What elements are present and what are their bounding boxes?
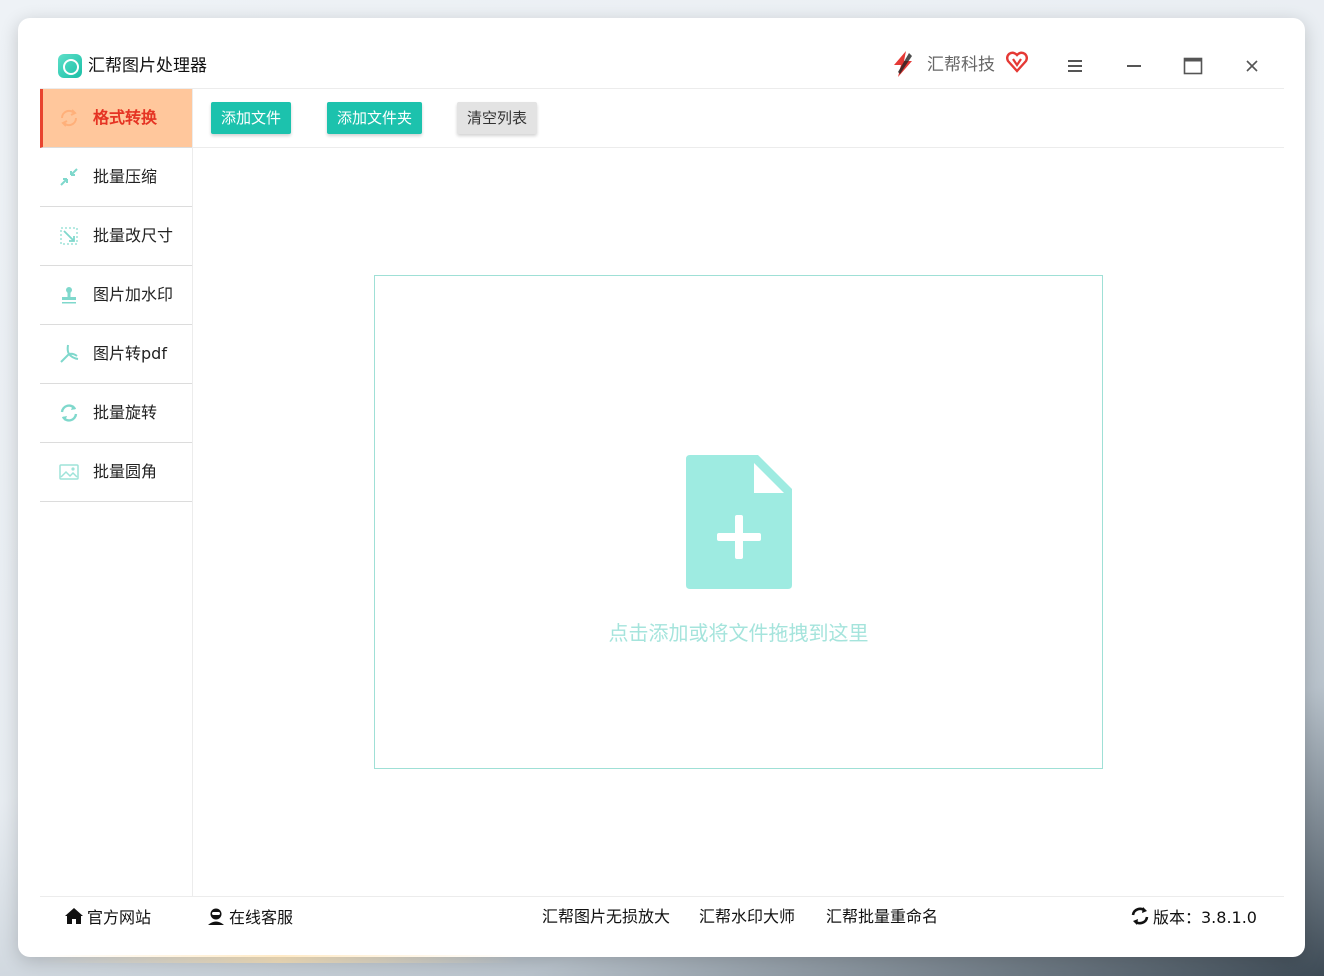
app-title: 汇帮图片处理器 — [88, 56, 207, 76]
drop-hint-text: 点击添加或将文件拖拽到这里 — [608, 621, 869, 645]
toolbar: 添加文件 添加文件夹 清空列表 — [193, 89, 1284, 148]
rotate-icon — [60, 404, 78, 422]
sidebar-item-label: 批量旋转 — [93, 403, 158, 422]
sidebar-item-label: 图片加水印 — [93, 285, 174, 304]
minimize-icon[interactable] — [1120, 52, 1148, 80]
sidebar-item-watermark[interactable]: 图片加水印 — [40, 266, 192, 325]
sidebar-item-label: 批量圆角 — [93, 462, 158, 481]
stamp-icon — [62, 287, 76, 304]
version-label: 版本：3.8.1.0 — [1153, 908, 1257, 927]
sidebar-item-label: 图片转pdf — [93, 344, 167, 363]
home-icon — [65, 908, 83, 924]
resize-icon — [60, 227, 78, 245]
refresh-icon — [1131, 907, 1149, 925]
footer-link-batch-rename[interactable]: 汇帮批量重命名 — [826, 906, 938, 928]
sidebar-item-format-convert[interactable]: 格式转换 — [40, 89, 192, 148]
sidebar-item-image-to-pdf[interactable]: 图片转pdf — [40, 325, 192, 384]
sidebar-item-batch-round-corner[interactable]: 批量圆角 — [40, 443, 192, 502]
menu-icon[interactable] — [1061, 52, 1089, 80]
compress-icon — [60, 168, 78, 186]
app-logo-icon — [58, 54, 82, 78]
online-support-label: 在线客服 — [229, 908, 294, 927]
maximize-icon[interactable] — [1179, 52, 1207, 80]
add-folder-button[interactable]: 添加文件夹 — [327, 102, 422, 134]
brand-logo-icon — [894, 51, 912, 77]
sidebar-item-batch-rotate[interactable]: 批量旋转 — [40, 384, 192, 443]
online-support-link[interactable]: 在线客服 — [206, 906, 293, 929]
clear-list-button[interactable]: 清空列表 — [457, 102, 537, 134]
title-bar[interactable]: 汇帮图片处理器 汇帮科技 — [40, 34, 1284, 89]
sidebar-item-batch-compress[interactable]: 批量压缩 — [40, 148, 192, 207]
vip-heart-icon[interactable] — [1006, 51, 1028, 73]
sidebar-item-label: 格式转换 — [93, 108, 158, 127]
version-info[interactable]: 版本：3.8.1.0 — [1130, 906, 1257, 929]
official-site-link[interactable]: 官方网站 — [64, 906, 151, 929]
add-file-button[interactable]: 添加文件 — [211, 102, 291, 134]
sidebar: 格式转换 批量压缩 批量改尺寸 图片加水印 图片转pdf 批量旋转 批量圆角 — [40, 89, 193, 897]
sidebar-item-label: 批量改尺寸 — [93, 226, 174, 245]
app-window: 汇帮图片处理器 汇帮科技 格式转换 批量压缩 批量改尺寸 图片加水印 图片转pd… — [18, 18, 1305, 957]
window-bottom-glow — [40, 955, 520, 963]
brand-name: 汇帮科技 — [927, 55, 995, 75]
footer-link-watermark-master[interactable]: 汇帮水印大师 — [699, 906, 795, 928]
add-file-icon[interactable] — [686, 455, 792, 589]
sidebar-item-label: 批量压缩 — [93, 167, 158, 186]
app-content: 汇帮图片处理器 汇帮科技 格式转换 批量压缩 批量改尺寸 图片加水印 图片转pd… — [40, 34, 1284, 938]
file-drop-zone[interactable]: 点击添加或将文件拖拽到这里 — [374, 275, 1103, 769]
convert-icon — [60, 109, 78, 127]
sidebar-item-batch-resize[interactable]: 批量改尺寸 — [40, 207, 192, 266]
footer-link-lossless-upscale[interactable]: 汇帮图片无损放大 — [542, 906, 670, 928]
support-agent-icon — [208, 908, 224, 925]
official-site-label: 官方网站 — [87, 908, 152, 927]
close-icon[interactable] — [1238, 52, 1266, 80]
pdf-icon — [60, 344, 79, 363]
image-icon — [59, 464, 79, 480]
footer: 官方网站 在线客服 汇帮图片无损放大 汇帮水印大师 汇帮批量重命名 版本：3.8… — [40, 896, 1284, 938]
